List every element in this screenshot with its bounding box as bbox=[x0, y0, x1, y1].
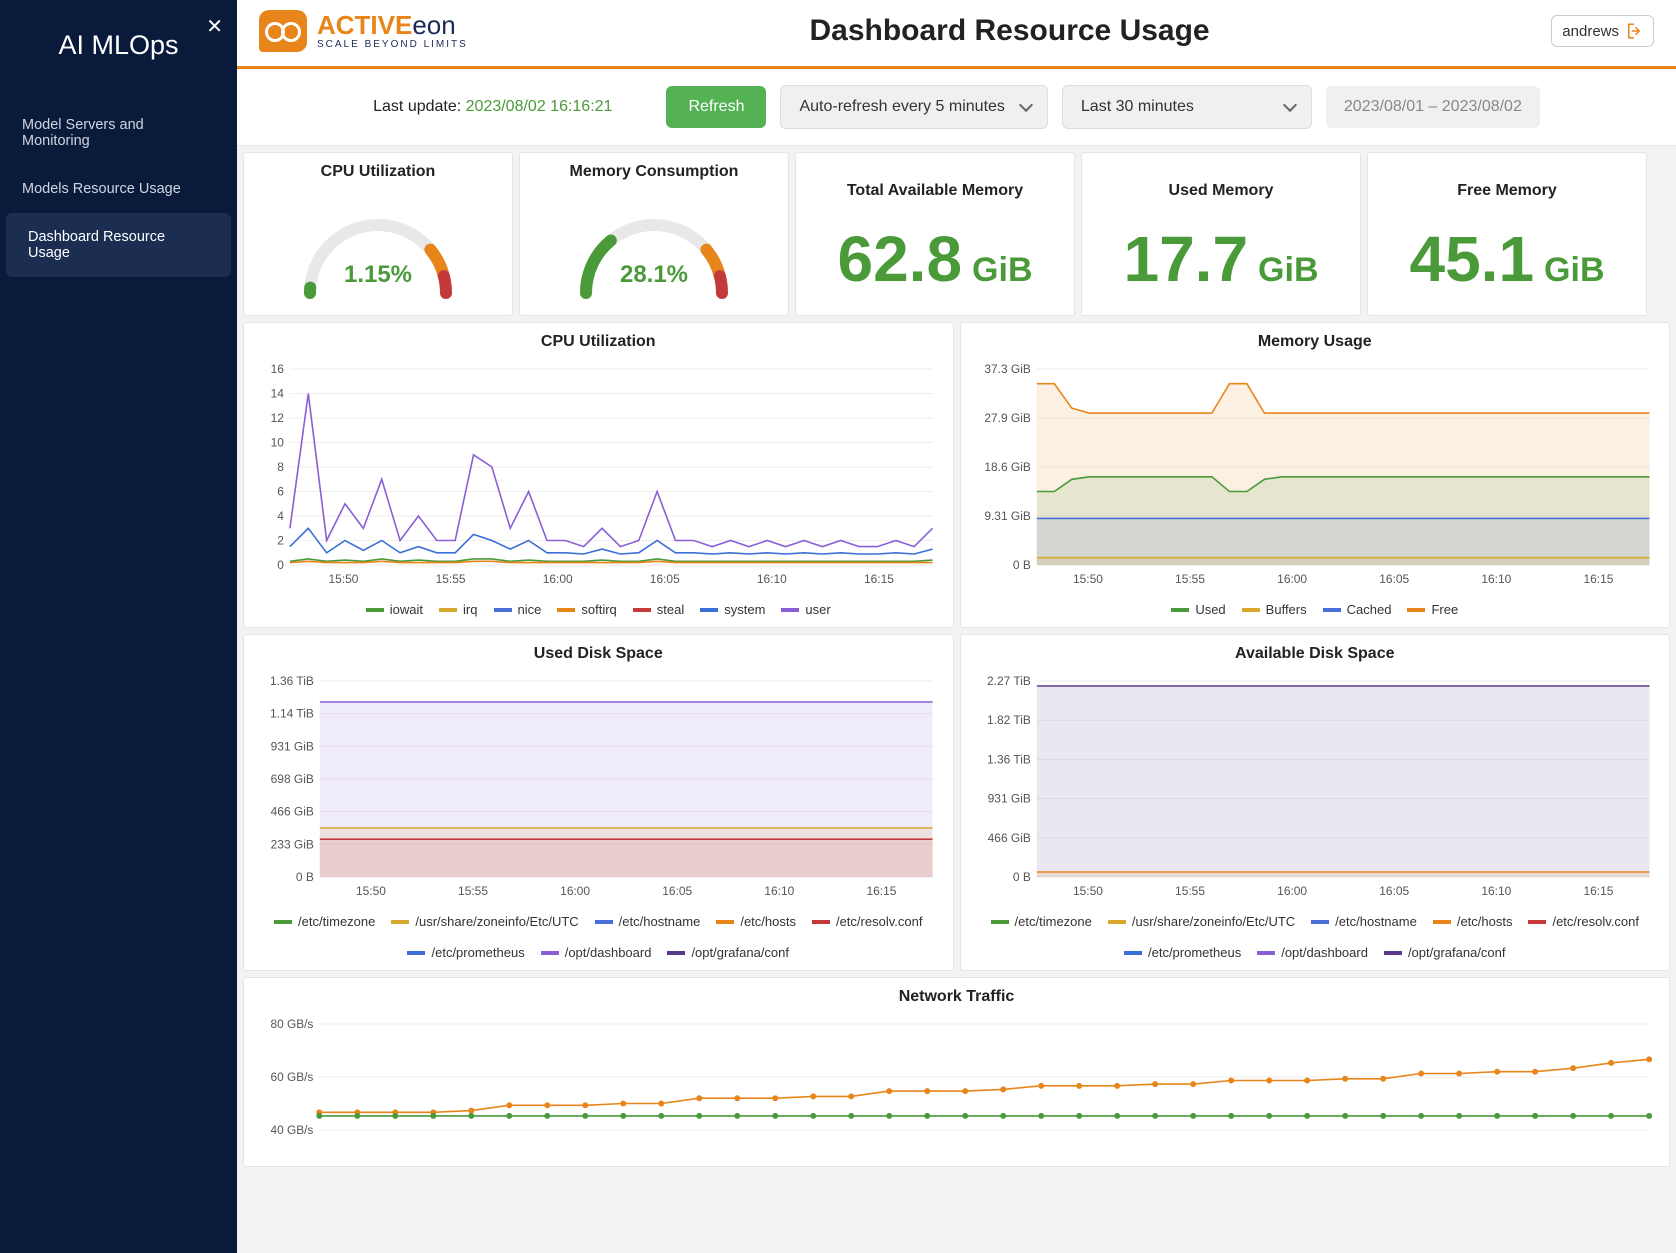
svg-text:8: 8 bbox=[277, 460, 284, 474]
svg-text:1.14 TiB: 1.14 TiB bbox=[270, 707, 314, 721]
svg-text:6: 6 bbox=[277, 484, 284, 498]
svg-text:2.27 TiB: 2.27 TiB bbox=[986, 674, 1030, 688]
svg-text:466 GiB: 466 GiB bbox=[271, 805, 314, 819]
svg-text:80 GB/s: 80 GB/s bbox=[271, 1017, 314, 1031]
svg-text:15:55: 15:55 bbox=[1175, 884, 1205, 898]
close-icon[interactable]: ✕ bbox=[206, 14, 223, 39]
logo-mark-icon bbox=[259, 10, 307, 52]
chart-used-disk: Used Disk Space0 B233 GiB466 GiB698 GiB9… bbox=[243, 634, 954, 971]
svg-text:1.36 TiB: 1.36 TiB bbox=[270, 674, 314, 688]
last-update: Last update: 2023/08/02 16:16:21 bbox=[373, 98, 612, 116]
card-used-mem: Used Memory 17.7GiB bbox=[1081, 152, 1361, 316]
svg-text:16:10: 16:10 bbox=[764, 884, 794, 898]
svg-text:16:00: 16:00 bbox=[1277, 572, 1307, 586]
date-range: 2023/08/01 – 2023/08/02 bbox=[1326, 86, 1540, 128]
svg-text:16:15: 16:15 bbox=[1583, 572, 1613, 586]
card-free-mem: Free Memory 45.1GiB bbox=[1367, 152, 1647, 316]
svg-text:60 GB/s: 60 GB/s bbox=[271, 1070, 314, 1084]
svg-text:2: 2 bbox=[277, 533, 284, 547]
svg-text:16:15: 16:15 bbox=[867, 884, 897, 898]
sidebar-item[interactable]: Dashboard Resource Usage bbox=[6, 213, 231, 277]
svg-text:10: 10 bbox=[271, 435, 285, 449]
sidebar-item[interactable]: Models Resource Usage bbox=[0, 165, 237, 213]
svg-text:16:10: 16:10 bbox=[757, 572, 787, 586]
svg-text:16:00: 16:00 bbox=[543, 572, 573, 586]
svg-text:16:00: 16:00 bbox=[560, 884, 590, 898]
main: ACTIVEeon SCALE BEYOND LIMITS Dashboard … bbox=[237, 0, 1676, 1253]
brand-logo: ACTIVEeon SCALE BEYOND LIMITS bbox=[259, 10, 468, 52]
card-mem-gauge: Memory Consumption 28.1% bbox=[519, 152, 789, 316]
svg-text:698 GiB: 698 GiB bbox=[271, 772, 314, 786]
timerange-select[interactable]: Last 30 minutes bbox=[1062, 85, 1312, 129]
nav-list: Model Servers and MonitoringModels Resou… bbox=[0, 101, 237, 277]
svg-text:0: 0 bbox=[277, 558, 284, 572]
svg-text:37.3 GiB: 37.3 GiB bbox=[984, 362, 1031, 376]
svg-text:16:05: 16:05 bbox=[662, 884, 692, 898]
svg-text:931 GiB: 931 GiB bbox=[271, 739, 314, 753]
svg-text:16:05: 16:05 bbox=[650, 572, 680, 586]
refresh-button[interactable]: Refresh bbox=[666, 86, 766, 128]
svg-text:0 B: 0 B bbox=[296, 870, 314, 884]
svg-text:16:00: 16:00 bbox=[1277, 884, 1307, 898]
svg-text:1.82 TiB: 1.82 TiB bbox=[986, 713, 1030, 727]
content: CPU Utilization 1.15% Memory Consumption… bbox=[237, 146, 1676, 1253]
svg-text:0 B: 0 B bbox=[1012, 558, 1030, 572]
chart-cpu: CPU Utilization024681012141615:5015:5516… bbox=[243, 322, 954, 628]
svg-text:931 GiB: 931 GiB bbox=[987, 792, 1030, 806]
card-total-mem: Total Available Memory 62.8GiB bbox=[795, 152, 1075, 316]
chart-memory: Memory Usage0 B9.31 GiB18.6 GiB27.9 GiB3… bbox=[960, 322, 1671, 628]
svg-text:233 GiB: 233 GiB bbox=[271, 837, 314, 851]
svg-text:466 GiB: 466 GiB bbox=[987, 831, 1030, 845]
svg-text:12: 12 bbox=[271, 411, 285, 425]
svg-text:1.36 TiB: 1.36 TiB bbox=[986, 752, 1030, 766]
toolbar: Last update: 2023/08/02 16:16:21 Refresh… bbox=[237, 69, 1676, 146]
chart-network: Network Traffic40 GB/s60 GB/s80 GB/s bbox=[243, 977, 1670, 1167]
svg-text:15:55: 15:55 bbox=[1175, 572, 1205, 586]
svg-text:16:05: 16:05 bbox=[1379, 884, 1409, 898]
svg-text:16:15: 16:15 bbox=[864, 572, 894, 586]
sidebar: ✕ AI MLOps Model Servers and MonitoringM… bbox=[0, 0, 237, 1253]
svg-text:15:50: 15:50 bbox=[1072, 572, 1102, 586]
svg-text:40 GB/s: 40 GB/s bbox=[271, 1123, 314, 1137]
app-title: AI MLOps bbox=[0, 0, 237, 101]
svg-text:27.9 GiB: 27.9 GiB bbox=[984, 411, 1031, 425]
svg-text:4: 4 bbox=[277, 509, 284, 523]
logout-icon bbox=[1625, 22, 1643, 40]
svg-text:15:55: 15:55 bbox=[458, 884, 488, 898]
header: ACTIVEeon SCALE BEYOND LIMITS Dashboard … bbox=[237, 0, 1676, 69]
svg-text:0 B: 0 B bbox=[1012, 870, 1030, 884]
svg-text:15:50: 15:50 bbox=[356, 884, 386, 898]
svg-text:14: 14 bbox=[271, 386, 285, 400]
svg-text:16: 16 bbox=[271, 362, 285, 376]
svg-text:16:15: 16:15 bbox=[1583, 884, 1613, 898]
brand-name: ACTIVEeon bbox=[317, 12, 468, 38]
page-title: Dashboard Resource Usage bbox=[468, 14, 1551, 48]
chart-avail-disk: Available Disk Space0 B466 GiB931 GiB1.3… bbox=[960, 634, 1671, 971]
svg-text:9.31 GiB: 9.31 GiB bbox=[984, 509, 1031, 523]
svg-text:18.6 GiB: 18.6 GiB bbox=[984, 460, 1031, 474]
svg-text:15:50: 15:50 bbox=[1072, 884, 1102, 898]
svg-text:16:10: 16:10 bbox=[1481, 884, 1511, 898]
svg-text:16:10: 16:10 bbox=[1481, 572, 1511, 586]
user-menu[interactable]: andrews bbox=[1551, 15, 1654, 47]
svg-text:15:50: 15:50 bbox=[329, 572, 359, 586]
autorefresh-select[interactable]: Auto-refresh every 5 minutes bbox=[780, 85, 1047, 129]
brand-tagline: SCALE BEYOND LIMITS bbox=[317, 40, 468, 50]
svg-text:16:05: 16:05 bbox=[1379, 572, 1409, 586]
svg-text:15:55: 15:55 bbox=[436, 572, 466, 586]
sidebar-item[interactable]: Model Servers and Monitoring bbox=[0, 101, 237, 165]
card-cpu-gauge: CPU Utilization 1.15% bbox=[243, 152, 513, 316]
